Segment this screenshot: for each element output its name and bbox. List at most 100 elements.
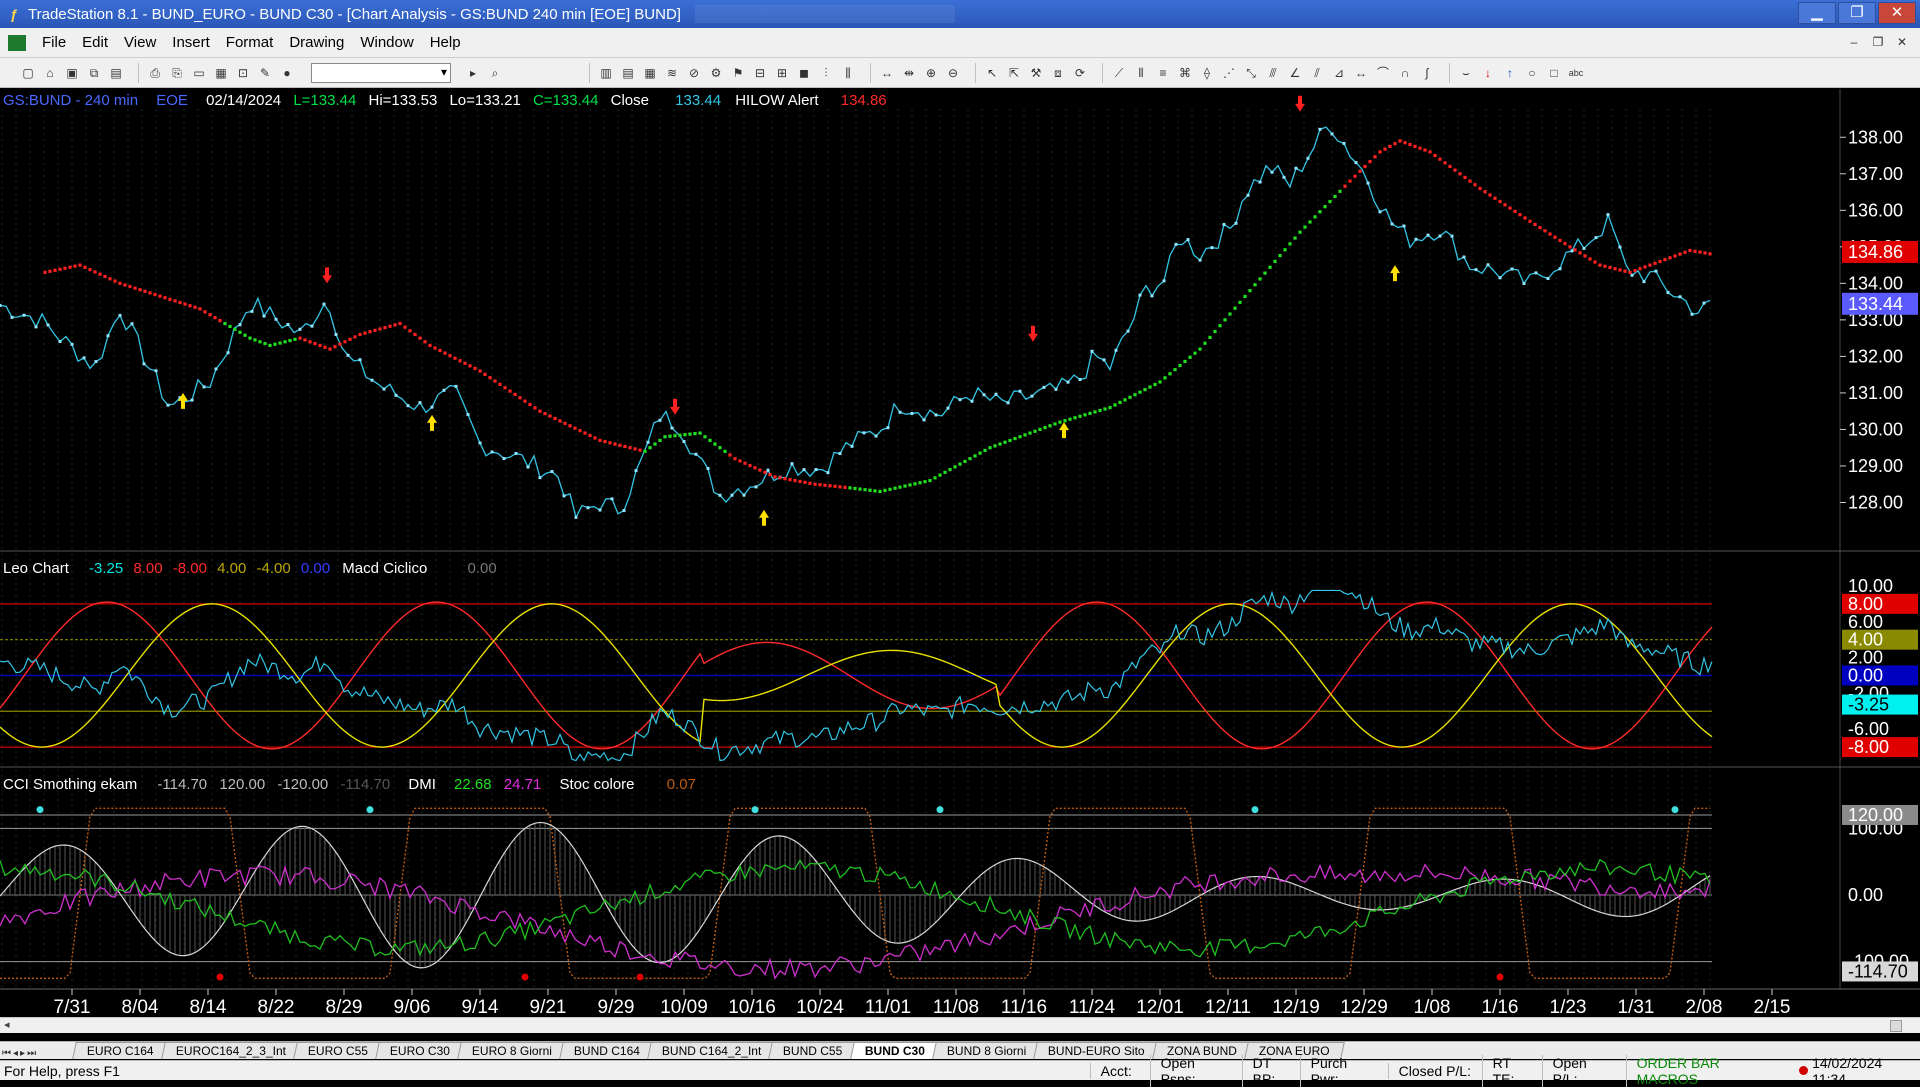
brush-icon[interactable]: ✎ [257,65,273,81]
maximize-button[interactable]: ❐ [1838,2,1876,24]
symbol-combo[interactable] [311,62,451,83]
paste-icon[interactable]: ▤ [108,65,124,81]
layout-icon[interactable]: ▦ [213,65,229,81]
copy-icon[interactable]: ⧉ [86,65,102,81]
gear-icon[interactable]: ⚙ [708,65,724,81]
tab-euro-c30[interactable]: EURO C30 [375,1042,465,1059]
macd-label: Macd Ciclico [342,560,427,577]
arrow-down-icon[interactable]: ↓ [1480,65,1496,81]
angle-icon[interactable]: ∠ [1287,65,1303,81]
scanner-icon[interactable]: ≋ [664,65,680,81]
fibonacci-icon[interactable]: ⋰ [1221,65,1237,81]
chart-document-icon[interactable] [8,34,26,51]
hilow-alert-dot [653,442,657,446]
freehand-icon[interactable]: ∫ [1419,65,1435,81]
refresh-icon[interactable]: ⟳ [1072,65,1088,81]
expand-icon[interactable]: ↔ [879,65,895,81]
menu-format[interactable]: Format [218,34,282,51]
arc-icon[interactable]: ⌒ [1375,65,1391,81]
alert-icon[interactable]: ⚑ [730,65,746,81]
bar-chart-icon[interactable]: ▤ [620,65,636,81]
close-button[interactable]: ✕ [1878,2,1916,24]
save-icon[interactable]: ▣ [64,65,80,81]
open-icon[interactable]: ⌂ [42,65,58,81]
price-bar-marker [394,393,398,397]
fan-icon[interactable]: ⟠ [1199,65,1215,81]
arrow-up-icon[interactable]: ↑ [1502,65,1518,81]
tab-bund-c164-2-int[interactable]: BUND C164_2_Int [647,1042,777,1059]
chart-analysis-window[interactable]: 138.00137.00136.00135.00134.00133.00132.… [0,89,1920,1030]
tab-navigation[interactable]: ⏮ ◂ ▸ ⏭ [0,1048,74,1059]
lock-icon[interactable]: ⊡ [235,65,251,81]
print-icon[interactable]: ⎙ [147,65,163,81]
studies-icon[interactable]: ⫼ [840,65,856,81]
rectangle-icon[interactable]: □ [1546,65,1562,81]
compress-icon[interactable]: ⇹ [901,65,917,81]
price-bar-marker [1366,181,1370,185]
data-window-icon[interactable]: ◼ [796,65,812,81]
tab-bund-euro-sito[interactable]: BUND-EURO Sito [1033,1042,1160,1059]
order-bar-macros[interactable]: ORDER BAR MACROS [1625,1054,1796,1087]
menu-view[interactable]: View [116,34,164,51]
horizontal-arrow-icon[interactable]: ↔ [1353,65,1369,81]
channel-icon[interactable]: ⫽ [1309,65,1325,81]
curve-icon[interactable]: ⌣ [1458,65,1474,81]
tab-prev-icon[interactable]: ◂ [13,1048,18,1059]
horizontal-lines-icon[interactable]: ≡ [1155,65,1171,81]
arrow-lines-icon[interactable]: ⤡ [1243,65,1259,81]
pointer-icon[interactable]: ↖ [984,65,1000,81]
palette-icon[interactable]: ● [279,65,295,81]
tab-bund-c55[interactable]: BUND C55 [768,1042,858,1059]
scroll-thumb[interactable] [1890,1020,1902,1032]
gann-icon[interactable]: ⌘ [1177,65,1193,81]
forward-icon[interactable]: ▸ [465,65,481,81]
menu-insert[interactable]: Insert [164,34,218,51]
tools-icon[interactable]: ⚒ [1028,65,1044,81]
indicators-icon[interactable]: ⫶ [818,65,834,81]
tab-last-icon[interactable]: ⏭ [27,1048,36,1059]
radar-icon[interactable]: ⊘ [686,65,702,81]
chart-svg[interactable]: 138.00137.00136.00135.00134.00133.00132.… [0,89,1920,1018]
mdi-close-button[interactable]: ✕ [1892,33,1912,51]
regression-icon[interactable]: ⊿ [1331,65,1347,81]
cursor-select-icon[interactable]: ⇱ [1006,65,1022,81]
speed-lines-icon[interactable]: ⫻ [1265,65,1281,81]
trendline-icon[interactable]: ⟋ [1111,65,1127,81]
tab-euro-c55[interactable]: EURO C55 [292,1042,383,1059]
zoom-out-icon[interactable]: ⊖ [945,65,961,81]
menu-help[interactable]: Help [422,34,469,51]
zoom-find-icon[interactable]: ⌕ [487,65,503,81]
tab-next-icon[interactable]: ▸ [20,1048,25,1059]
menu-edit[interactable]: Edit [74,34,116,51]
print-preview-icon[interactable]: ⎘ [169,65,185,81]
cycle-icon[interactable]: ∩ [1397,65,1413,81]
mdi-restore-button[interactable]: ❐ [1868,33,1888,51]
table-icon[interactable]: ▦ [642,65,658,81]
ellipse-icon[interactable]: ○ [1524,65,1540,81]
new-icon[interactable]: ▢ [20,65,36,81]
orders-icon[interactable]: ⊟ [752,65,768,81]
tab-euro-c164[interactable]: EURO C164 [72,1042,169,1059]
text-tool-icon[interactable]: abc [1568,65,1584,81]
vertical-lines-icon[interactable]: ⫴ [1133,65,1149,81]
zoom-in-icon[interactable]: ⊕ [923,65,939,81]
minimize-button[interactable]: ▁ [1798,2,1836,24]
horizontal-scrollbar[interactable]: ◂ [0,1017,1920,1033]
menu-drawing[interactable]: Drawing [281,34,352,51]
tab-euroc164-2-3-int[interactable]: EUROC164_2_3_Int [160,1042,301,1059]
hilow-alert-dot [648,446,652,450]
menu-window[interactable]: Window [352,34,421,51]
matrix-icon[interactable]: ⊞ [774,65,790,81]
window-icon[interactable]: ▭ [191,65,207,81]
tab-first-icon[interactable]: ⏮ [2,1048,11,1059]
tab-euro-8-giorni[interactable]: EURO 8 Giorni [457,1042,567,1059]
chart-type-icon[interactable]: ▥ [598,65,614,81]
menu-file[interactable]: File [34,34,74,51]
tab-bund-c164[interactable]: BUND C164 [559,1042,655,1059]
hilow-alert-dot [1528,219,1532,223]
mdi-minimize-button[interactable]: – [1844,33,1864,51]
scroll-left-icon[interactable]: ◂ [4,1018,10,1031]
properties-icon[interactable]: ⧈ [1050,65,1066,81]
tab-bund-8-giorni[interactable]: BUND 8 Giorni [931,1042,1041,1059]
tab-bund-c30[interactable]: BUND C30 [849,1042,940,1059]
